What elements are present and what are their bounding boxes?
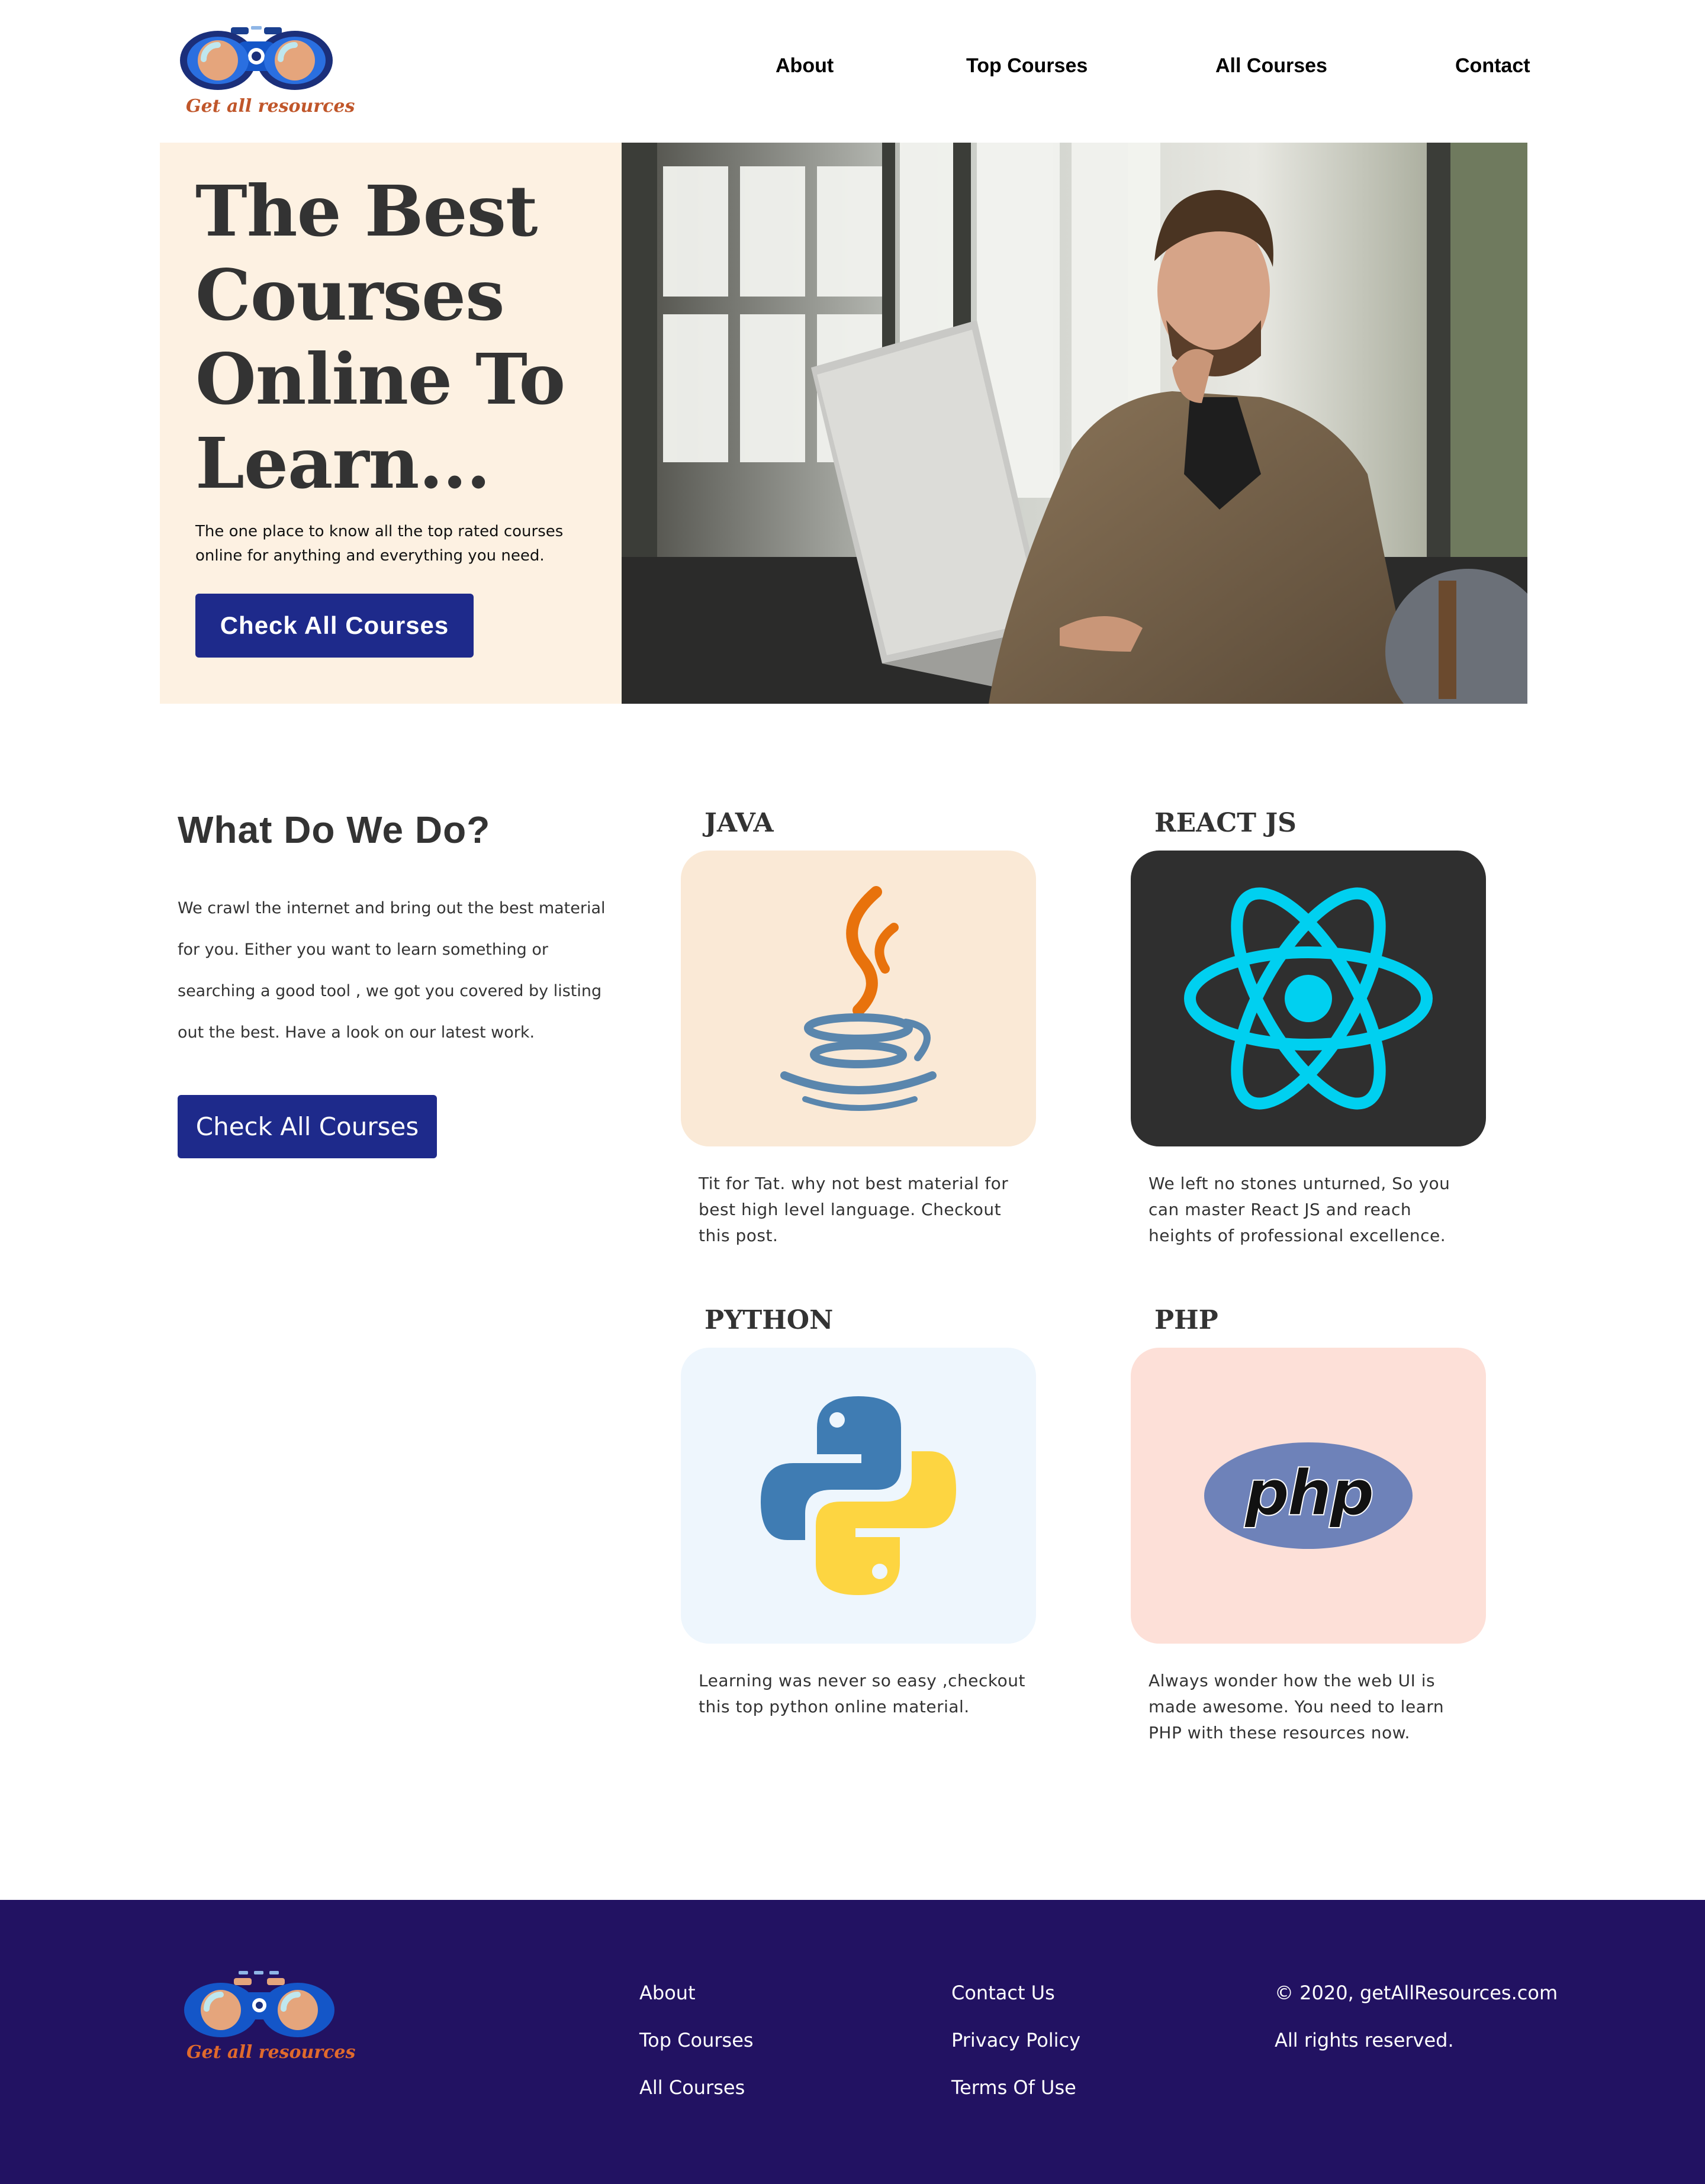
footer-link-privacy-policy[interactable]: Privacy Policy [951, 2029, 1080, 2051]
footer-logo[interactable]: Get all resources [181, 1971, 355, 2069]
card-desc-php: Always wonder how the web UI is made awe… [1149, 1671, 1445, 1742]
card-php[interactable]: php [1131, 1348, 1486, 1644]
card-title-python: PYTHON [704, 1305, 834, 1335]
hero-check-courses-button[interactable]: Check All Courses [195, 594, 474, 658]
svg-text:php: php [1243, 1457, 1372, 1529]
card-java[interactable] [681, 851, 1036, 1146]
site-header: Get all resources About Top Courses All … [0, 0, 1705, 143]
binoculars-icon [180, 26, 333, 90]
nav-contact[interactable]: Contact [1455, 54, 1530, 80]
card-title-php: PHP [1154, 1305, 1218, 1335]
hero-subtitle: The one place to know all the top rated … [195, 523, 564, 565]
footer-link-about[interactable]: About [639, 1982, 696, 2004]
footer-link-all-courses[interactable]: All Courses [639, 2076, 745, 2099]
logo-text: Get all resources [186, 96, 355, 117]
what-we-do-text: We crawl the internet and bring out the … [178, 899, 606, 1042]
python-icon [681, 1348, 1036, 1644]
footer-link-contact-us[interactable]: Contact Us [951, 1982, 1055, 2004]
site-logo[interactable]: Get all resources [178, 24, 355, 121]
what-we-do-check-courses-button[interactable]: Check All Courses [178, 1095, 437, 1158]
hero-photo [622, 143, 1527, 704]
footer-logo-text: Get all resources [186, 2042, 356, 2063]
react-icon [1131, 851, 1486, 1146]
card-desc-python: Learning was never so easy ,checkout thi… [699, 1671, 1025, 1716]
hero-panel: The Best Courses Online To Learn... The … [160, 143, 622, 704]
what-we-do-title: What Do We Do? [178, 808, 491, 851]
nav-top-courses[interactable]: Top Courses [966, 54, 1088, 80]
footer-rights: All rights reserved. [1275, 2029, 1454, 2051]
card-title-java: JAVA [704, 808, 774, 838]
footer-copyright: © 2020, getAllResources.com [1275, 1982, 1558, 2004]
site-footer: Get all resources About Top Courses All … [0, 1900, 1705, 2184]
card-react[interactable] [1131, 851, 1486, 1146]
card-title-react: REACT JS [1154, 808, 1297, 838]
hero-title: The Best Courses Online To Learn... [195, 170, 565, 504]
card-desc-react: We left no stones unturned, So you can m… [1149, 1174, 1450, 1245]
binoculars-icon [184, 1971, 334, 2037]
footer-link-top-courses[interactable]: Top Courses [639, 2029, 754, 2051]
footer-link-terms-of-use[interactable]: Terms Of Use [951, 2076, 1076, 2099]
php-icon: php [1131, 1348, 1486, 1644]
card-python[interactable] [681, 1348, 1036, 1644]
card-desc-java: Tit for Tat. why not best material for b… [699, 1174, 1009, 1245]
nav-about[interactable]: About [776, 54, 834, 80]
nav-all-courses[interactable]: All Courses [1215, 54, 1327, 80]
java-icon [681, 851, 1036, 1146]
